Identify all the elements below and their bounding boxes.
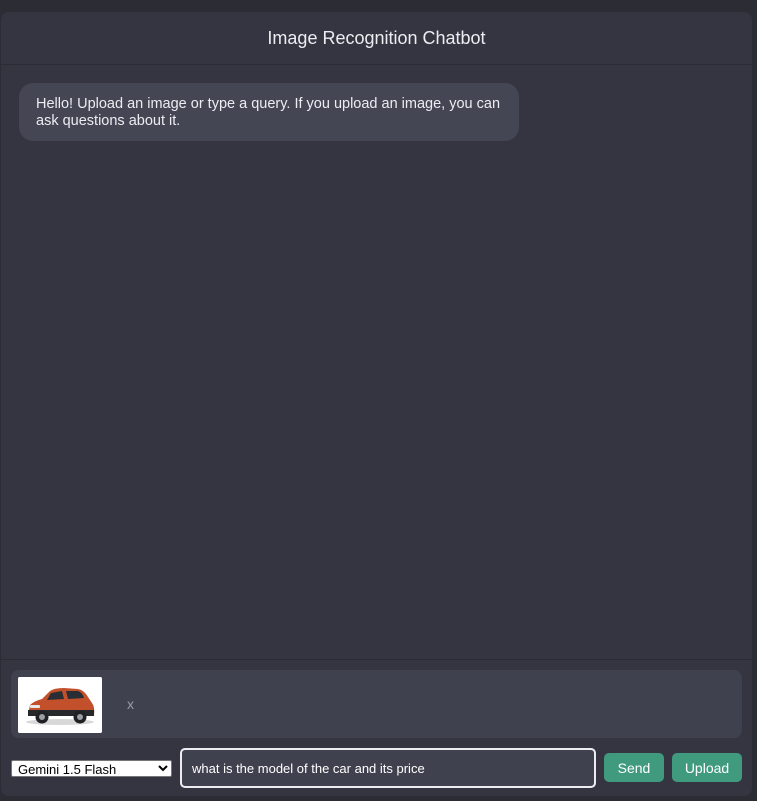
chat-app: Image Recognition Chatbot Hello! Upload …	[1, 12, 752, 796]
bot-message: Hello! Upload an image or type a query. …	[19, 83, 519, 141]
image-preview-strip: x	[11, 670, 742, 738]
message-list: Hello! Upload an image or type a query. …	[1, 65, 752, 659]
car-image-icon	[18, 677, 102, 733]
upload-button[interactable]: Upload	[672, 753, 742, 782]
page-title: Image Recognition Chatbot	[267, 27, 486, 48]
car-image-thumbnail	[18, 677, 102, 733]
send-button[interactable]: Send	[604, 753, 664, 782]
input-area: x Gemini 1.5 Flash Send Upload	[1, 659, 752, 796]
header: Image Recognition Chatbot	[1, 12, 752, 65]
query-input[interactable]	[180, 748, 596, 788]
model-select[interactable]: Gemini 1.5 Flash	[11, 760, 172, 777]
remove-image-button[interactable]: x	[127, 696, 134, 712]
